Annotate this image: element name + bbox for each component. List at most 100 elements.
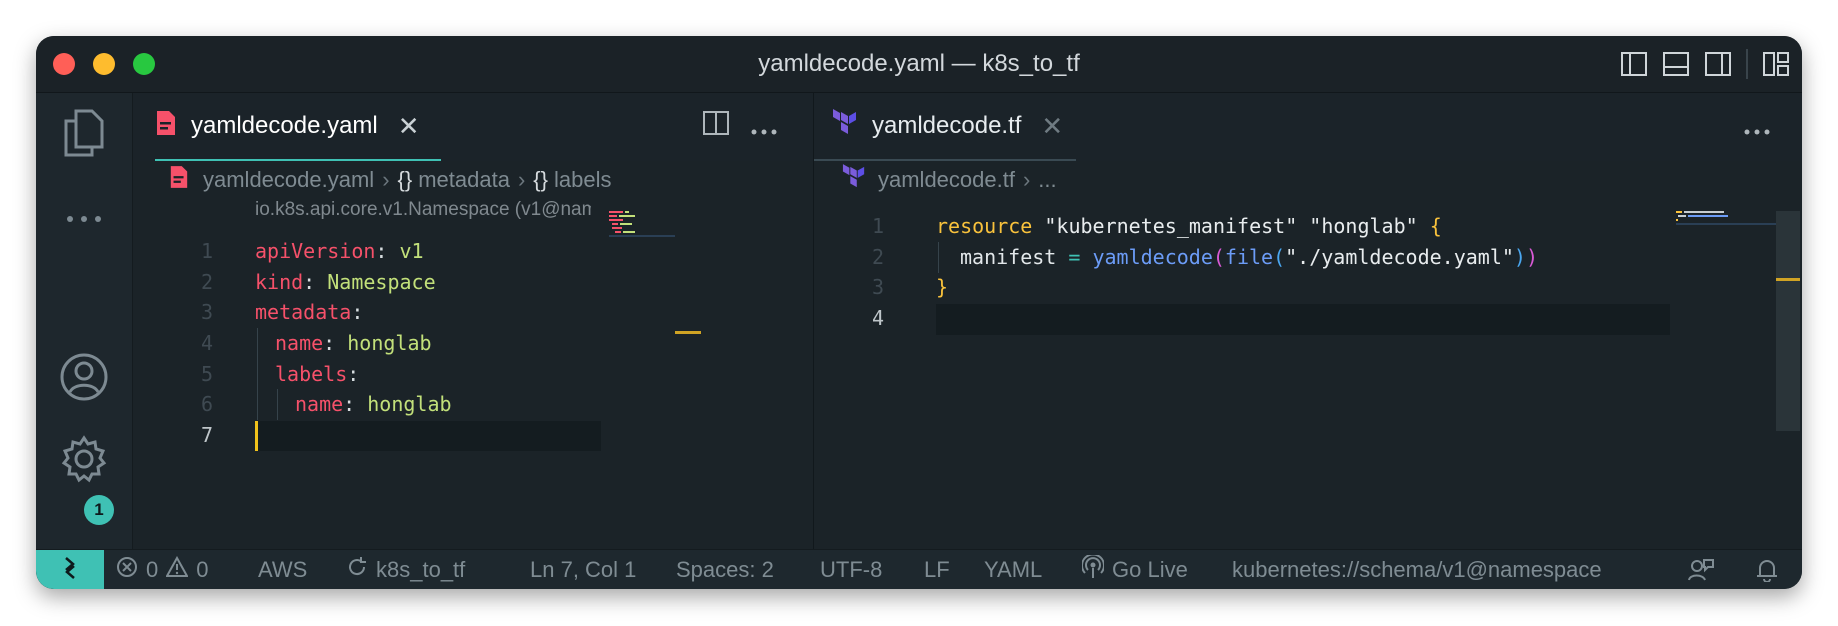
- yaml-key: kind: [255, 269, 304, 294]
- line-number: 7: [200, 423, 213, 448]
- tf-function: yamldecode: [1092, 244, 1213, 269]
- tf-string: "./yamldecode.yaml": [1285, 244, 1514, 269]
- yaml-colon: :: [375, 239, 388, 263]
- customize-layout-icon[interactable]: [1762, 50, 1790, 78]
- line-number: 4: [871, 306, 884, 331]
- split-editor-icon[interactable]: [703, 111, 729, 142]
- status-bar: 0 0 AWS k8s_to_tf Ln 7, Col 1 Spaces: 2 …: [36, 549, 1802, 589]
- minimap-yaml[interactable]: [609, 211, 675, 237]
- code-area-yaml[interactable]: 1 apiVersion: v1 2 kind: Namespace 3 met…: [133, 236, 813, 451]
- settings-update-badge[interactable]: 1: [84, 495, 114, 525]
- toggle-secondary-sidebar-icon[interactable]: [1704, 50, 1732, 78]
- yaml-key: apiVersion: [255, 239, 376, 263]
- yaml-key: name: [275, 331, 324, 356]
- terraform-icon: [832, 108, 858, 144]
- tf-paren: ): [1513, 244, 1526, 269]
- breadcrumb-file[interactable]: yamldecode.tf: [878, 167, 1015, 193]
- code-line: 4: [814, 303, 1802, 334]
- line-number: 5: [200, 361, 213, 386]
- line-number: 1: [871, 214, 884, 238]
- terraform-icon: [842, 164, 866, 196]
- gear-icon[interactable]: [58, 433, 110, 485]
- toolbar-divider: [1746, 49, 1748, 79]
- feedback-icon[interactable]: [1688, 550, 1714, 589]
- minimap-tf[interactable]: [1676, 211, 1776, 225]
- code-line: 2 kind: Namespace: [133, 267, 813, 298]
- breadcrumb-metadata[interactable]: metadata: [418, 167, 510, 193]
- object-icon: {}: [533, 167, 548, 192]
- tf-function: file: [1224, 244, 1274, 269]
- aws-profile[interactable]: AWS: [258, 550, 307, 589]
- end-of-line[interactable]: LF: [924, 550, 950, 589]
- line-number: 1: [200, 239, 213, 263]
- more-actions-icon[interactable]: [751, 111, 777, 142]
- code-line: 7: [133, 420, 813, 451]
- language-mode[interactable]: YAML: [984, 550, 1042, 589]
- line-number: 6: [200, 392, 213, 417]
- object-icon: {}: [397, 167, 413, 192]
- indentation[interactable]: Spaces: 2: [676, 550, 774, 589]
- code-line: 1 resource "kubernetes_manifest" "hongla…: [814, 211, 1802, 242]
- code-area-tf[interactable]: 1 resource "kubernetes_manifest" "hongla…: [814, 211, 1802, 334]
- scrollbar-cursor-marker: [1776, 278, 1800, 281]
- tf-brace: {: [1417, 214, 1442, 238]
- tab-yamldecode-yaml[interactable]: yamldecode.yaml ✕: [155, 93, 441, 161]
- breadcrumb-labels[interactable]: labels: [554, 167, 611, 193]
- toggle-primary-sidebar-icon[interactable]: [1620, 50, 1648, 78]
- error-icon: [116, 556, 138, 584]
- yaml-file-icon: [155, 109, 177, 144]
- yaml-value: honglab: [355, 392, 452, 417]
- tf-identifier: manifest: [960, 244, 1057, 269]
- yaml-colon: :: [323, 331, 336, 356]
- tab-yamldecode-tf[interactable]: yamldecode.tf ✕: [814, 93, 1076, 161]
- warning-icon: [165, 555, 189, 584]
- sync-status[interactable]: k8s_to_tf: [346, 550, 465, 589]
- warning-count: 0: [196, 557, 209, 582]
- chevron-right-icon: ›: [382, 167, 390, 192]
- go-live-label: Go Live: [1112, 557, 1188, 582]
- account-icon[interactable]: [58, 351, 110, 403]
- breadcrumb-more[interactable]: ...: [1038, 167, 1056, 193]
- activity-bar: 1: [36, 93, 133, 549]
- vertical-scrollbar[interactable]: [1776, 211, 1800, 431]
- breadcrumb: yamldecode.tf › ...: [814, 161, 1802, 199]
- chevron-right-icon: ›: [517, 167, 526, 192]
- notifications-bell-icon[interactable]: [1756, 550, 1778, 589]
- explorer-icon[interactable]: [58, 107, 110, 159]
- yaml-file-icon: [169, 164, 189, 196]
- editor-window: yamldecode.yaml — k8s_to_tf 1 yamldecode…: [36, 36, 1802, 589]
- yaml-colon: :: [343, 392, 356, 417]
- yaml-schema[interactable]: kubernetes://schema/v1@namespace: [1232, 550, 1602, 589]
- remote-indicator[interactable]: [36, 550, 104, 589]
- toggle-panel-icon[interactable]: [1662, 50, 1690, 78]
- code-line: 3 metadata:: [133, 297, 813, 328]
- layout-controls: [1620, 48, 1790, 80]
- more-actions-icon[interactable]: [1744, 111, 1770, 142]
- tf-string: "kubernetes_manifest": [1032, 214, 1298, 238]
- tf-paren: (: [1273, 244, 1286, 269]
- code-line: 2 manifest = yamldecode(file("./yamldeco…: [814, 242, 1802, 273]
- close-tab-icon[interactable]: ✕: [1041, 111, 1063, 142]
- close-tab-icon[interactable]: ✕: [398, 111, 420, 142]
- right-tab-actions: [1744, 111, 1770, 142]
- yaml-value: v1: [387, 239, 424, 263]
- line-number: 3: [871, 275, 884, 300]
- line-number: 4: [200, 331, 213, 356]
- code-line: 6 name: honglab: [133, 389, 813, 420]
- tf-paren: (: [1212, 244, 1225, 269]
- breadcrumb-file[interactable]: yamldecode.yaml: [203, 167, 374, 193]
- more-icon[interactable]: [58, 193, 110, 245]
- encoding[interactable]: UTF-8: [820, 550, 882, 589]
- tf-brace: }: [936, 275, 949, 300]
- code-line: 3 }: [814, 272, 1802, 303]
- tab-label: yamldecode.tf: [872, 112, 1022, 139]
- go-live-button[interactable]: Go Live: [1081, 550, 1188, 589]
- code-line: 4 name: honglab: [133, 328, 813, 359]
- chevron-right-icon: ›: [1022, 167, 1031, 192]
- code-line: 1 apiVersion: v1: [133, 236, 813, 267]
- yaml-key: metadata: [255, 300, 352, 325]
- schema-codelens[interactable]: io.k8s.api.core.v1.Namespace (v1@namespa…: [255, 199, 591, 229]
- line-number: 2: [871, 244, 884, 269]
- cursor-position[interactable]: Ln 7, Col 1: [530, 550, 636, 589]
- problems-indicator[interactable]: 0 0: [116, 550, 209, 589]
